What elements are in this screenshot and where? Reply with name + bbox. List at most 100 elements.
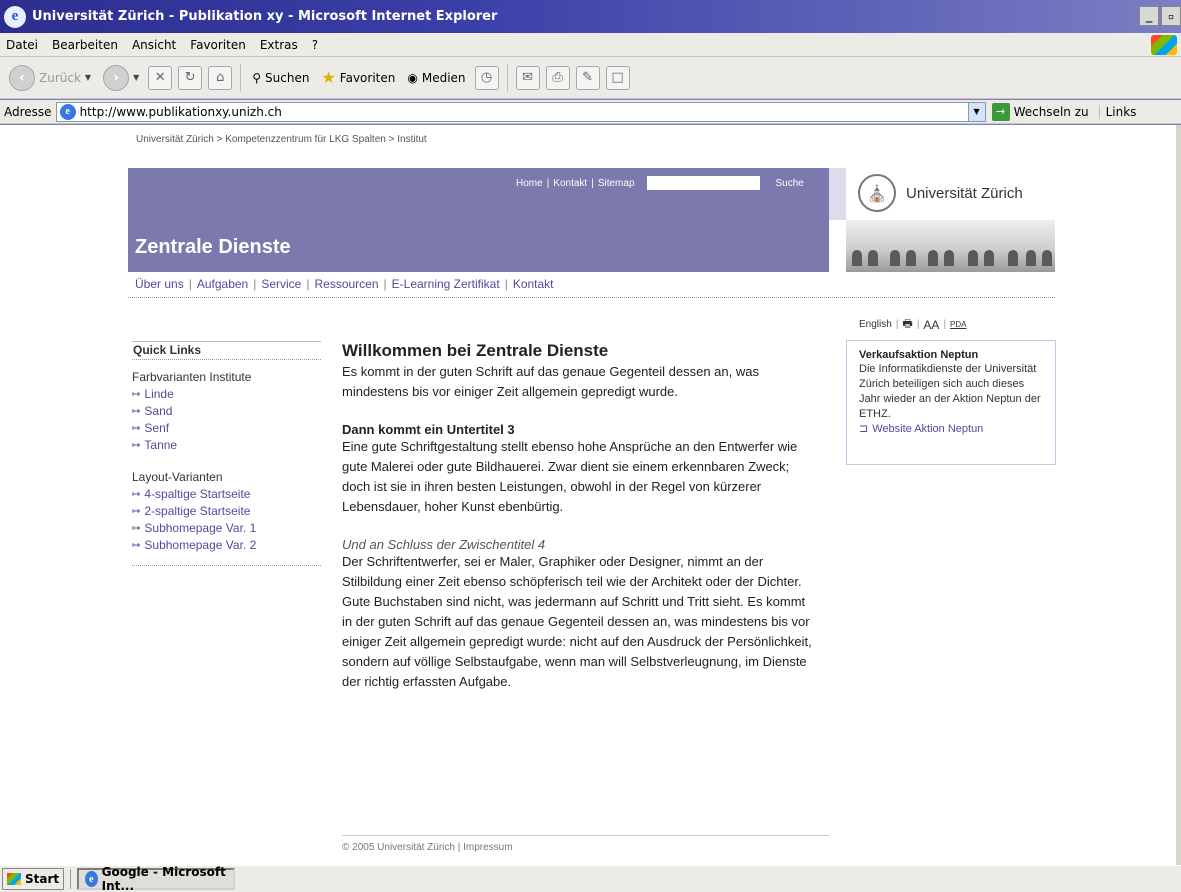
promo-link-label: Website Aktion Neptun (872, 422, 984, 435)
arrow-icon: ↦ (132, 523, 141, 534)
font-size-link[interactable]: AA (923, 318, 939, 332)
quicklink-subhomepage-2[interactable]: ↦ Subhomepage Var. 2 (132, 537, 256, 554)
quicklink-sand[interactable]: ↦ Sand (132, 403, 251, 420)
history-icon[interactable]: ◷ (474, 65, 499, 90)
vertical-scrollbar[interactable] (1176, 125, 1181, 865)
quicklink-senf[interactable]: ↦ Senf (132, 420, 251, 437)
menu-favoriten[interactable]: Favoriten (190, 38, 246, 52)
toplink-home[interactable]: Home (516, 178, 543, 189)
address-input[interactable]: e http://www.publikationxy.unizh.ch ▼ (55, 101, 986, 122)
language-link[interactable]: English (859, 319, 892, 330)
toolbar: ‹ Zurück ▼ › ▼ ✕ ↻ ⌂ ⚲ Suchen ★ Favorite… (0, 57, 1181, 99)
favorites-label: Favoriten (339, 70, 396, 85)
print-icon[interactable]: ⎙ (545, 65, 570, 90)
menu-extras[interactable]: Extras (260, 38, 298, 52)
tools-separator: | (916, 319, 920, 330)
quicklinks-top-divider (132, 341, 321, 342)
article-paragraph: Eine gute Schriftgestaltung stellt ebens… (342, 439, 798, 514)
back-arrow-icon: ‹ (9, 64, 35, 91)
favorites-button[interactable]: ★ Favoriten (318, 61, 398, 95)
nav-service[interactable]: Service (261, 277, 301, 291)
menu-ansicht[interactable]: Ansicht (132, 38, 176, 52)
go-button[interactable]: → Wechseln zu (991, 102, 1089, 121)
nav-divider (128, 297, 1055, 298)
toplink-sitemap[interactable]: Sitemap (598, 178, 635, 189)
top-links: Home | Kontakt | Sitemap Suche (516, 176, 804, 190)
nav-aufgaben[interactable]: Aufgaben (197, 277, 248, 291)
nav-ressourcen[interactable]: Ressourcen (314, 277, 378, 291)
quicklinks-group-farbvarianten: Farbvarianten Institute ↦ Linde ↦ Sand ↦ Se… (132, 370, 251, 454)
nav-elearning[interactable]: E-Learning Zertifikat (392, 277, 500, 291)
tools-separator: | (895, 319, 899, 330)
nav-separator: | (383, 277, 387, 291)
address-url: http://www.publikationxy.unizh.ch (79, 104, 282, 119)
start-label: Start (25, 872, 60, 886)
quicklink-4-spaltig[interactable]: ↦ 4-spaltige Startseite (132, 486, 256, 503)
toplink-separator: | (591, 177, 594, 189)
window-shape (906, 250, 916, 266)
maximize-button[interactable]: ▫ (1161, 6, 1181, 26)
arrow-icon: ↦ (132, 406, 141, 417)
nav-kontakt[interactable]: Kontakt (513, 277, 554, 291)
nav-separator: | (253, 277, 257, 291)
toplink-kontakt[interactable]: Kontakt (553, 178, 587, 189)
breadcrumb: Universität Zürich > Kompetenzzentrum fü… (136, 134, 427, 145)
uzh-logo[interactable]: ⛪ Universität Zürich (848, 170, 1060, 216)
page-footer: © 2005 Universität Zürich | Impressum (342, 842, 513, 853)
quicklinks-divider (132, 359, 321, 360)
edit-icon[interactable]: ✎ (575, 65, 600, 90)
menu-help[interactable]: ? (312, 38, 318, 52)
window-shape (1042, 250, 1052, 266)
promo-title: Verkaufsaktion Neptun (859, 349, 979, 361)
quicklinks-title: Quick Links (133, 343, 202, 357)
taskbar-item-ie[interactable]: e Google - Microsoft Int... (77, 865, 236, 892)
window-shape (1026, 250, 1036, 266)
site-search-input[interactable] (646, 176, 760, 190)
quicklink-label: Senf (144, 421, 170, 435)
arrow-icon: ↦ (132, 389, 141, 400)
promo-box: Verkaufsaktion Neptun Die Informatikdien… (846, 340, 1056, 465)
print-icon[interactable]: 🖶 (902, 315, 912, 334)
forward-button[interactable]: › ▼ (100, 61, 142, 95)
taskbar-divider (70, 869, 72, 889)
logo-text: Universität Zürich (906, 184, 1023, 202)
back-button[interactable]: ‹ Zurück ▼ (6, 61, 94, 95)
window-title-bar[interactable]: e Universität Zürich - Publikation xy - … (0, 0, 1181, 33)
quicklink-linde[interactable]: ↦ Linde (132, 386, 251, 403)
window-shape (868, 250, 878, 266)
refresh-icon[interactable]: ↻ (178, 65, 203, 90)
quicklink-label: Tanne (144, 438, 178, 452)
mail-icon[interactable]: ✉ (515, 65, 540, 90)
menu-bearbeiten[interactable]: Bearbeiten (52, 38, 118, 52)
menu-datei[interactable]: Datei (6, 38, 38, 52)
quicklinks-group-title: Farbvarianten Institute (132, 370, 252, 384)
site-search-button[interactable]: Suche (776, 178, 804, 189)
links-button[interactable]: Links (1098, 104, 1136, 119)
window-shape (928, 250, 938, 266)
chevron-down-icon[interactable]: ▼ (967, 102, 985, 121)
window-shape (944, 250, 954, 266)
window-shape (890, 250, 900, 266)
quicklink-tanne[interactable]: ↦ Tanne (132, 437, 251, 454)
address-label: Adresse (4, 104, 52, 119)
ie-icon: e (4, 5, 26, 28)
home-icon[interactable]: ⌂ (208, 65, 233, 90)
chevron-down-icon: ▼ (84, 73, 92, 82)
quicklink-2-spaltig[interactable]: ↦ 2-spaltige Startseite (132, 503, 256, 520)
stop-icon[interactable]: ✕ (148, 65, 173, 90)
minimize-button[interactable]: _ (1139, 6, 1159, 26)
arrow-icon: ↦ (132, 506, 141, 517)
search-button[interactable]: ⚲ Suchen (249, 61, 312, 95)
pda-link[interactable]: PDA (950, 320, 966, 329)
nav-ueber-uns[interactable]: Über uns (135, 277, 184, 291)
window-controls: _ ▫ (1139, 6, 1181, 26)
go-label: Wechseln zu (1013, 104, 1089, 119)
discuss-icon[interactable]: □ (605, 65, 630, 90)
promo-link[interactable]: ⊐ Website Aktion Neptun (859, 422, 1043, 436)
quicklink-subhomepage-1[interactable]: ↦ Subhomepage Var. 1 (132, 520, 256, 537)
taskbar: Start e Google - Microsoft Int... (0, 865, 1181, 892)
promo-text: Die Informatikdienste der Universität Zü… (859, 363, 1041, 420)
start-button[interactable]: Start (2, 868, 65, 890)
star-icon: ★ (321, 68, 336, 87)
media-button[interactable]: ◉ Medien (404, 61, 468, 95)
